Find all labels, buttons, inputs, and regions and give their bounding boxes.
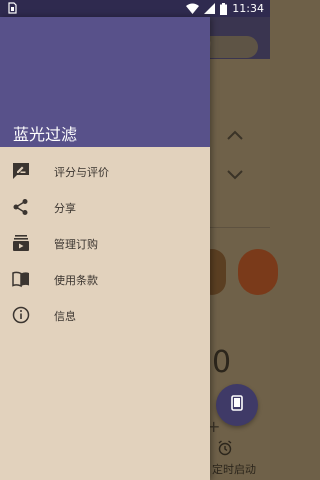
divider xyxy=(210,227,270,228)
drawer-title: 蓝光过滤 xyxy=(13,125,78,144)
sim-icon xyxy=(8,2,17,17)
signal-icon xyxy=(204,3,216,14)
alarm-icon[interactable] xyxy=(217,440,233,460)
timer-label[interactable]: 定时启动 xyxy=(212,461,256,477)
rate-review-icon xyxy=(12,162,30,180)
menu-item-label: 分享 xyxy=(54,202,76,215)
drawer-header: 蓝光过滤 xyxy=(0,17,210,147)
color-swatch-orange[interactable] xyxy=(238,249,278,295)
status-bar: 11:34 xyxy=(0,0,270,17)
status-time: 11:34 xyxy=(232,2,264,15)
drawer-menu: 评分与评价 分享 管理订购 使用条款 信息 xyxy=(0,153,210,333)
navigation-drawer: 蓝光过滤 评分与评价 分享 管理订购 使用条款 信息 xyxy=(0,17,210,480)
menu-item-subscriptions[interactable]: 管理订购 xyxy=(0,225,210,261)
menu-item-label: 管理订购 xyxy=(54,238,98,251)
menu-item-label: 评分与评价 xyxy=(54,166,109,179)
share-icon xyxy=(12,198,30,216)
chevron-down-icon[interactable] xyxy=(226,165,244,186)
menu-item-terms[interactable]: 使用条款 xyxy=(0,261,210,297)
menu-item-label: 使用条款 xyxy=(54,274,98,287)
phone-icon xyxy=(231,395,243,415)
menu-item-label: 信息 xyxy=(54,310,76,323)
subscriptions-icon xyxy=(12,234,30,252)
intensity-value: 0 xyxy=(212,345,232,380)
menu-item-share[interactable]: 分享 xyxy=(0,189,210,225)
menu-item-info[interactable]: 信息 xyxy=(0,297,210,333)
wifi-icon xyxy=(186,3,200,14)
battery-icon xyxy=(220,2,228,15)
filter-toggle-button[interactable] xyxy=(216,384,258,426)
info-icon xyxy=(12,306,30,324)
menu-item-rate[interactable]: 评分与评价 xyxy=(0,153,210,189)
book-icon xyxy=(12,270,30,288)
chevron-up-icon[interactable] xyxy=(226,125,244,146)
